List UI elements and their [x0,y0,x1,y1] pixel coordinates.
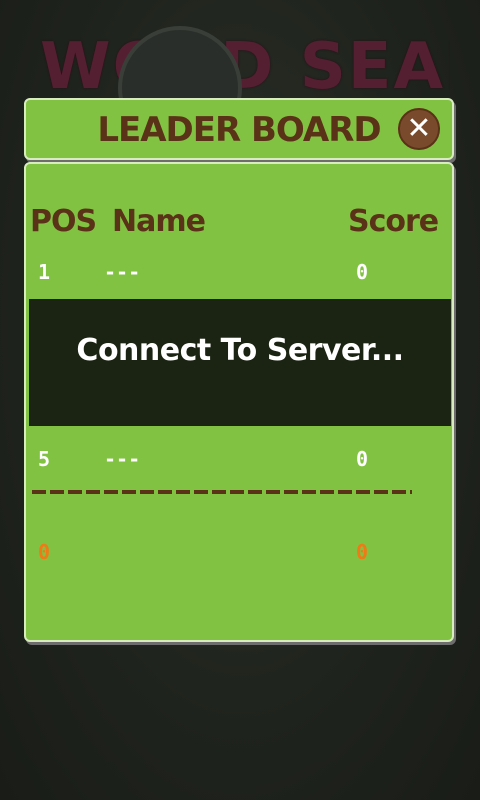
connecting-message: Connect To Server... [76,333,404,368]
row-pos: 5 [38,447,51,471]
column-header-name: Name [112,204,206,239]
connecting-overlay: Connect To Server... [29,299,451,426]
row-name: --- [104,260,141,284]
leaderboard-title: LEADER BOARD [97,110,381,150]
row-score: 0 [356,260,369,284]
player-pos: 0 [38,540,51,564]
player-score: 0 [356,540,369,564]
row-name: --- [104,447,141,471]
close-button[interactable]: ✕ [398,108,440,150]
row-score: 0 [356,447,369,471]
column-header-pos: POS [30,204,97,239]
leaderboard-title-bar: LEADER BOARD ✕ [24,98,454,160]
row-pos: 1 [38,260,51,284]
close-icon: ✕ [406,111,432,146]
divider-line [32,490,412,494]
column-header-score: Score [348,204,439,239]
